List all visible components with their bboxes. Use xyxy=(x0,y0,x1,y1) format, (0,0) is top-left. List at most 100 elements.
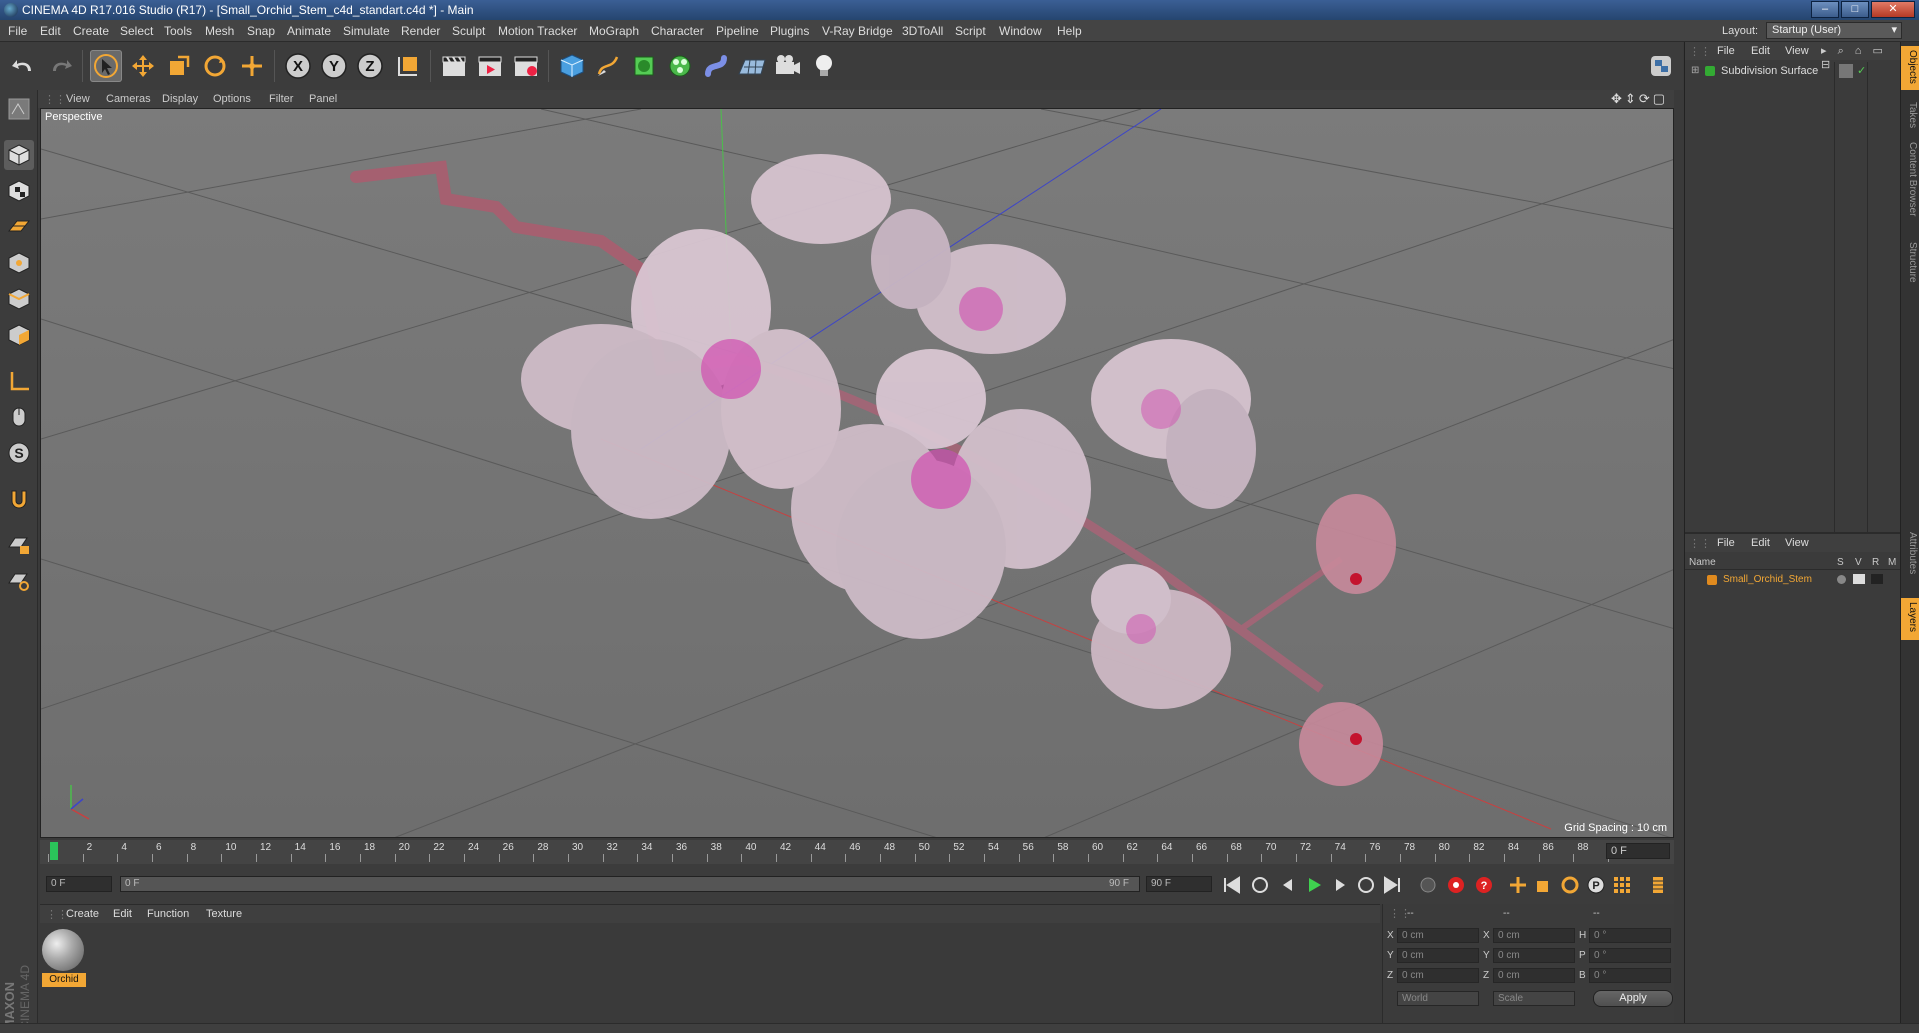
subdivision-surface-button[interactable] xyxy=(628,50,660,82)
menu-snap[interactable]: Snap xyxy=(247,24,275,38)
deformer-button[interactable] xyxy=(700,50,732,82)
key-pla-button[interactable] xyxy=(1610,873,1634,897)
menu-render[interactable]: Render xyxy=(401,24,440,38)
coordinate-system-button[interactable] xyxy=(392,50,424,82)
menu-tools[interactable]: Tools xyxy=(164,24,192,38)
layer-row[interactable]: Small_Orchid_Stem xyxy=(1685,572,1900,588)
material-swatch[interactable]: Orchid xyxy=(42,929,86,987)
menu-create[interactable]: Create xyxy=(73,24,109,38)
maximize-button[interactable]: □ xyxy=(1841,1,1869,18)
material-menu-create[interactable]: Create xyxy=(66,908,99,920)
object-menu-edit[interactable]: Edit xyxy=(1751,45,1770,57)
edges-mode-button[interactable] xyxy=(4,284,34,314)
previous-key-button[interactable] xyxy=(1248,873,1272,897)
rotate-tool[interactable] xyxy=(199,50,231,82)
planar-workplane-button[interactable] xyxy=(4,566,34,596)
side-tab-objects[interactable]: Objects xyxy=(1903,50,1918,84)
record-motion-button[interactable] xyxy=(1416,873,1440,897)
pos-z-field[interactable]: 0 cm xyxy=(1397,968,1479,983)
render-to-picture-viewer-button[interactable] xyxy=(474,50,506,82)
python-button[interactable] xyxy=(1644,50,1678,82)
side-tab-layers[interactable]: Layers xyxy=(1903,602,1918,632)
play-button[interactable] xyxy=(1302,873,1326,897)
menu-file[interactable]: File xyxy=(8,24,27,38)
pen-spline-button[interactable] xyxy=(592,50,624,82)
side-tab-structure[interactable]: Structure xyxy=(1903,242,1918,283)
side-tab-attributes[interactable]: Attributes xyxy=(1903,532,1918,574)
floor-button[interactable] xyxy=(736,50,768,82)
expand-icon[interactable]: ⊞ xyxy=(1691,65,1699,76)
material-menu-edit[interactable]: Edit xyxy=(113,908,132,920)
world-dropdown[interactable]: World xyxy=(1397,991,1479,1006)
menu-animate[interactable]: Animate xyxy=(287,24,331,38)
key-parameter-button[interactable]: P xyxy=(1584,873,1608,897)
transform-tool[interactable] xyxy=(236,50,268,82)
menu-plugins[interactable]: Plugins xyxy=(770,24,809,38)
menu-character[interactable]: Character xyxy=(651,24,704,38)
viewport-menu-display[interactable]: Display xyxy=(162,93,198,105)
viewport-nav-icons[interactable]: ✥⇕⟳▢ xyxy=(1611,91,1668,107)
current-frame-field[interactable]: 0 F xyxy=(1606,843,1670,859)
layout-dropdown[interactable]: Startup (User) ▾ xyxy=(1766,22,1902,39)
object-menu-file[interactable]: File xyxy=(1717,45,1735,57)
visibility-eye-icon[interactable] xyxy=(1853,574,1865,584)
next-frame-button[interactable] xyxy=(1328,873,1352,897)
pos-y-field[interactable]: 0 cm xyxy=(1397,948,1479,963)
enabled-check-icon[interactable]: ✓ xyxy=(1857,64,1866,77)
scale-dropdown[interactable]: Scale xyxy=(1493,991,1575,1006)
undo-button[interactable] xyxy=(8,50,40,82)
rot-h-field[interactable]: 0 ° xyxy=(1589,928,1671,943)
menu-script[interactable]: Script xyxy=(955,24,986,38)
side-tab-takes[interactable]: Takes xyxy=(1903,102,1918,128)
y-axis-lock-button[interactable]: Y xyxy=(318,50,350,82)
pos-x-field[interactable]: 0 cm xyxy=(1397,928,1479,943)
size-z-field[interactable]: 0 cm xyxy=(1493,968,1575,983)
layer-menu-view[interactable]: View xyxy=(1785,537,1809,549)
menu-pipeline[interactable]: Pipeline xyxy=(716,24,759,38)
render-settings-button[interactable] xyxy=(510,50,542,82)
rot-b-field[interactable]: 0 ° xyxy=(1589,968,1671,983)
tweak-mode-button[interactable] xyxy=(4,402,34,432)
magnet-button[interactable] xyxy=(4,484,34,514)
go-to-start-button[interactable] xyxy=(1220,873,1244,897)
points-mode-button[interactable] xyxy=(4,248,34,278)
scale-tool[interactable] xyxy=(163,50,195,82)
viewport-menu-options[interactable]: Options xyxy=(213,93,251,105)
size-x-field[interactable]: 0 cm xyxy=(1493,928,1575,943)
layer-menu-file[interactable]: File xyxy=(1717,537,1735,549)
menu-mesh[interactable]: Mesh xyxy=(205,24,234,38)
key-position-button[interactable] xyxy=(1506,873,1530,897)
size-y-field[interactable]: 0 cm xyxy=(1493,948,1575,963)
menu-simulate[interactable]: Simulate xyxy=(343,24,390,38)
render-view-button[interactable] xyxy=(438,50,470,82)
redo-button[interactable] xyxy=(44,50,76,82)
record-button[interactable] xyxy=(1444,873,1468,897)
key-rotation-button[interactable] xyxy=(1558,873,1582,897)
viewport-menu-panel[interactable]: Panel xyxy=(309,93,337,105)
autokey-button[interactable]: ? xyxy=(1472,873,1496,897)
start-frame-field[interactable]: 0 F xyxy=(46,876,112,892)
close-button[interactable]: ✕ xyxy=(1871,1,1915,18)
viewport-menu-cameras[interactable]: Cameras xyxy=(106,93,151,105)
minimize-button[interactable]: – xyxy=(1811,1,1839,18)
menu-help[interactable]: Help xyxy=(1057,24,1082,38)
visibility-toggle[interactable] xyxy=(1839,64,1853,78)
menu-mograph[interactable]: MoGraph xyxy=(589,24,639,38)
key-scale-button[interactable] xyxy=(1532,873,1556,897)
move-tool[interactable] xyxy=(127,50,159,82)
workplane-mode-button[interactable] xyxy=(4,212,34,242)
menu-select[interactable]: Select xyxy=(120,24,153,38)
viewport-menu-filter[interactable]: Filter xyxy=(269,93,293,105)
material-menu-function[interactable]: Function xyxy=(147,908,189,920)
playhead[interactable] xyxy=(50,842,58,860)
model-mode-button[interactable] xyxy=(4,140,34,170)
timeline-window-button[interactable] xyxy=(1646,873,1670,897)
layer-menu-edit[interactable]: Edit xyxy=(1751,537,1770,549)
cube-object-button[interactable] xyxy=(556,50,588,82)
menu-motion-tracker[interactable]: Motion Tracker xyxy=(498,24,577,38)
menu-sculpt[interactable]: Sculpt xyxy=(452,24,485,38)
end-frame-field[interactable]: 90 F xyxy=(1146,876,1212,892)
apply-button[interactable]: Apply xyxy=(1593,990,1673,1007)
x-axis-lock-button[interactable]: X xyxy=(282,50,314,82)
material-menu-texture[interactable]: Texture xyxy=(206,908,242,920)
